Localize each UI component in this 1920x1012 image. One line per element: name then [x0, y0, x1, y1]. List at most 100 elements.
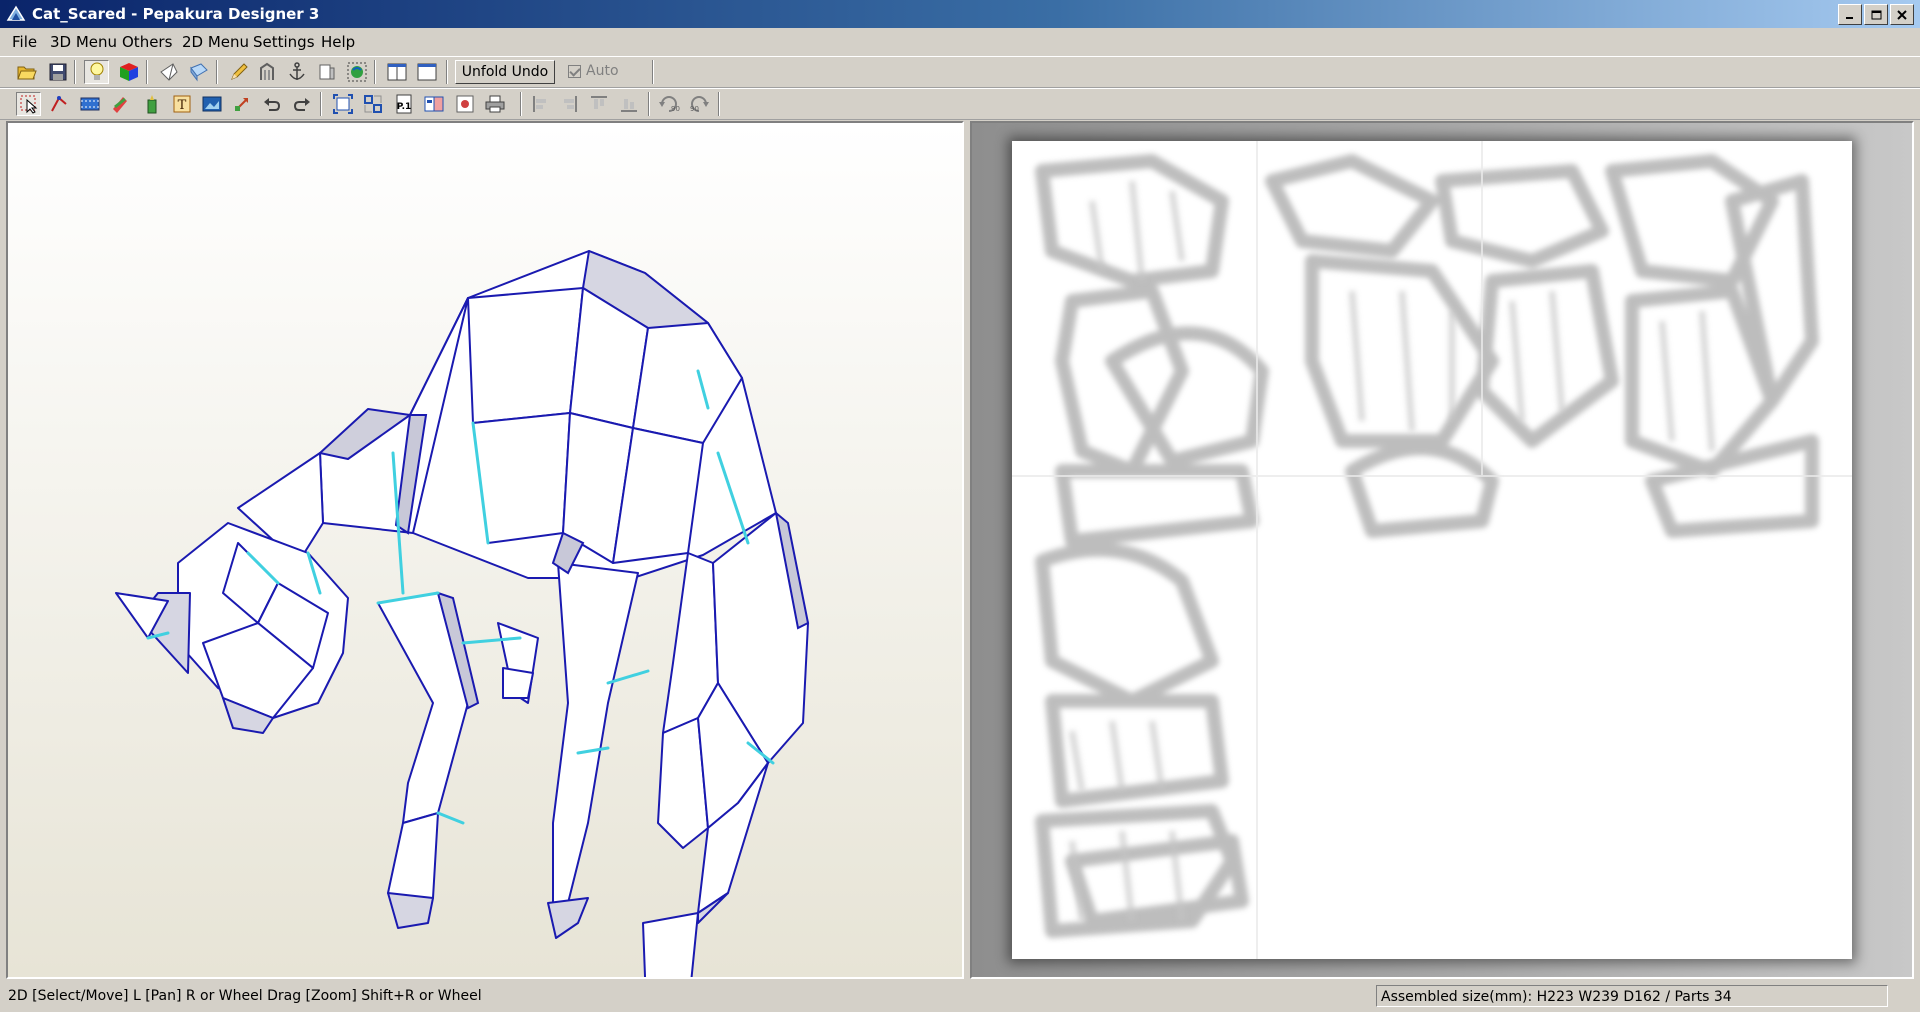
page-number-button[interactable]: P.1: [391, 92, 416, 116]
toolbar-separator: [718, 92, 720, 116]
paper-part: [1265, 154, 1439, 258]
printer-icon: [485, 95, 504, 113]
pencil-button[interactable]: [226, 60, 251, 84]
join-edges-button[interactable]: [46, 92, 71, 116]
menu-settings[interactable]: Settings: [253, 33, 315, 51]
select-move-button[interactable]: [16, 92, 41, 116]
app-icon: [6, 5, 26, 21]
lightbulb-icon: [90, 62, 103, 80]
rotate-90-right-button[interactable]: 90: [686, 92, 711, 116]
align-right-icon: [563, 96, 577, 112]
glue-bottle-icon: [147, 95, 156, 114]
paper-fold: [1659, 310, 1715, 452]
2d-view[interactable]: [970, 121, 1914, 979]
image-icon: [202, 96, 221, 112]
flaps-button[interactable]: [186, 60, 211, 84]
menu-3d[interactable]: 3D Menu: [50, 33, 117, 51]
text-button[interactable]: T: [169, 92, 194, 116]
print-button[interactable]: [482, 92, 507, 116]
3d-view[interactable]: [6, 121, 964, 979]
text-icon: T: [173, 95, 190, 113]
edge-id-button[interactable]: [156, 60, 181, 84]
status-assembled-size: Assembled size(mm): H223 W239 D162 / Par…: [1376, 985, 1888, 1007]
title-bar[interactable]: Cat_Scared - Pepakura Designer 3: [0, 0, 1920, 28]
align-top-button[interactable]: [586, 92, 611, 116]
window-title: Cat_Scared - Pepakura Designer 3: [32, 5, 320, 23]
menu-file[interactable]: File: [12, 33, 37, 51]
undo-button[interactable]: [259, 92, 284, 116]
light-toggle-button[interactable]: [84, 60, 109, 84]
globe-icon: [347, 62, 366, 82]
view-2d-button[interactable]: [414, 60, 439, 84]
anchor-icon: [288, 62, 305, 80]
rotate-90-left-button[interactable]: 90: [656, 92, 681, 116]
join-edges-icon: [50, 96, 67, 112]
pencil-icon: [230, 63, 248, 80]
paper-part: [1035, 154, 1229, 288]
image-button[interactable]: [199, 92, 224, 116]
align-left-icon: [532, 96, 546, 112]
menu-2d[interactable]: 2D Menu: [182, 33, 249, 51]
close-button[interactable]: [1890, 4, 1914, 25]
move-part-button[interactable]: [229, 92, 254, 116]
edit-flaps-button[interactable]: [77, 92, 102, 116]
toolbar-separator: [648, 92, 650, 116]
model-face: [467, 287, 584, 424]
texture-button[interactable]: [116, 60, 141, 84]
anchor-button[interactable]: [284, 60, 309, 84]
edit-toolbar: T P.1 90 90: [0, 88, 1920, 120]
unfold-undo-button[interactable]: Unfold Undo: [455, 60, 555, 84]
edit-fold-lines-button[interactable]: [107, 92, 132, 116]
align-bottom-button[interactable]: [616, 92, 641, 116]
auto-checkbox[interactable]: Auto: [568, 63, 619, 79]
menu-bar: File 3D Menu Others 2D Menu Settings Hel…: [0, 29, 1920, 55]
part-icon: [319, 64, 334, 80]
view-3d-button[interactable]: [384, 60, 409, 84]
toolbar-separator: [446, 60, 448, 84]
clamp-button[interactable]: [254, 60, 279, 84]
close-icon: [1897, 9, 1907, 20]
fold-edge-icon: [159, 63, 178, 81]
page-layout-icon: [424, 96, 443, 112]
move-icon: [234, 98, 248, 111]
fit-page-icon: [332, 94, 353, 114]
fit-page-button[interactable]: [330, 92, 355, 116]
clamp-icon: [259, 62, 274, 80]
color-cube-icon: [119, 63, 138, 81]
minimize-button[interactable]: [1838, 4, 1862, 25]
menu-others[interactable]: Others: [122, 33, 172, 51]
paper-part: [1435, 164, 1609, 268]
toolbar-separator: [520, 92, 522, 116]
part-button[interactable]: [314, 60, 339, 84]
globe-button[interactable]: [344, 60, 369, 84]
toolbar-separator: [374, 60, 376, 84]
toolbar-separator: [652, 60, 654, 84]
glue-button[interactable]: [139, 92, 164, 116]
open-button[interactable]: [14, 60, 39, 84]
auto-checkbox-label: Auto: [586, 63, 619, 79]
redo-button[interactable]: [289, 92, 314, 116]
model-face: [472, 412, 571, 544]
redo-icon: [293, 98, 310, 111]
status-bar: 2D [Select/Move] L [Pan] R or Wheel Drag…: [0, 981, 1920, 1012]
paper-fold: [1509, 290, 1565, 422]
maximize-button[interactable]: [1864, 4, 1888, 25]
paper-fold: [1349, 290, 1455, 432]
window-icon: [417, 63, 436, 81]
align-top-icon: [590, 96, 607, 109]
maximize-icon: [1871, 10, 1881, 19]
align-bottom-icon: [620, 99, 637, 112]
toolbar-separator: [320, 92, 322, 116]
page-settings-button[interactable]: [452, 92, 477, 116]
auto-checkbox-box[interactable]: [568, 64, 581, 78]
film-icon: [80, 97, 99, 111]
save-button[interactable]: [45, 60, 70, 84]
align-left-button[interactable]: [528, 92, 553, 116]
menu-help[interactable]: Help: [321, 33, 355, 51]
toolbar-separator: [216, 60, 218, 84]
align-right-button[interactable]: [556, 92, 581, 116]
paper-fold-icon: [189, 63, 208, 82]
paper-part: [1345, 441, 1499, 538]
arrange-button[interactable]: [360, 92, 385, 116]
page-layout-button[interactable]: [421, 92, 446, 116]
